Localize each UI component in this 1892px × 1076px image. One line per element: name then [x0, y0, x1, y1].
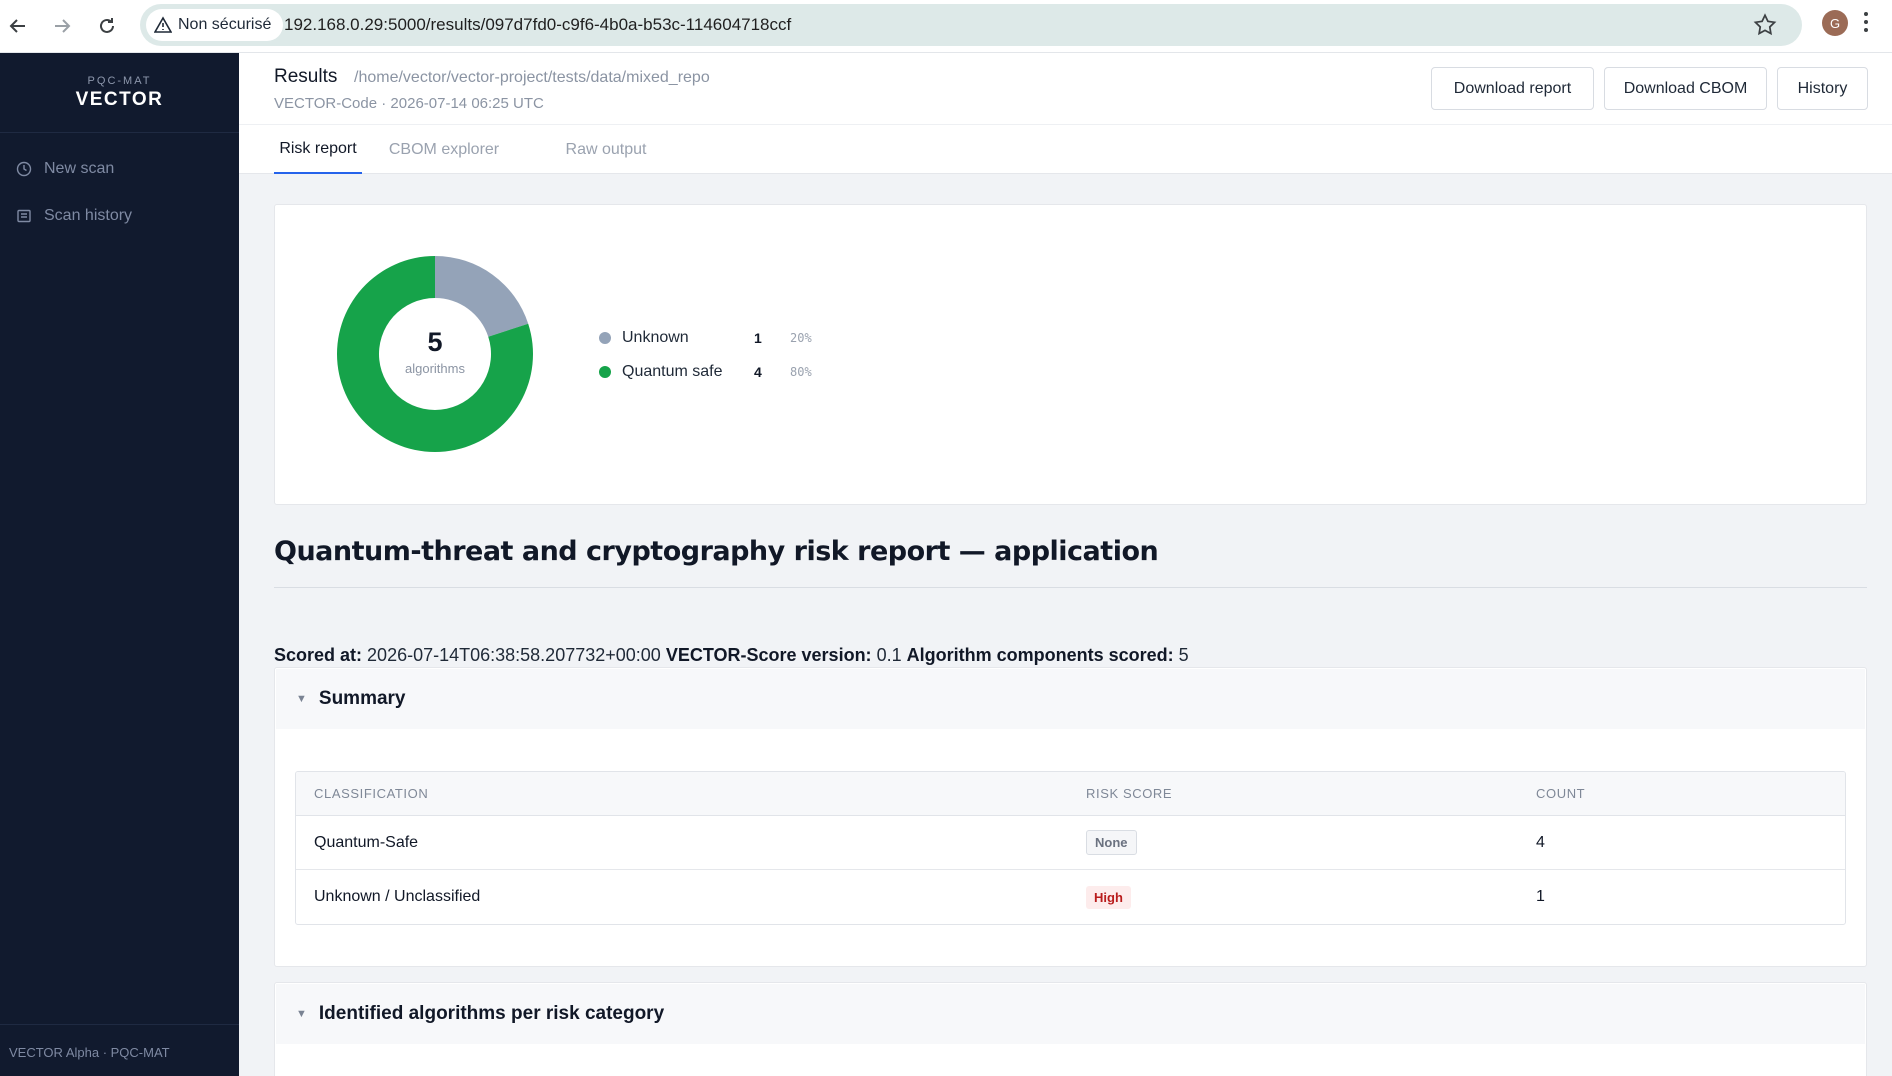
list-icon: [17, 209, 31, 223]
caret-down-icon: ▼: [296, 1008, 307, 1020]
address-bar[interactable]: Non sécurisé 192.168.0.29:5000/results/0…: [140, 4, 1802, 46]
donut-total: 5: [427, 327, 443, 357]
legend-name: Unknown: [622, 329, 689, 346]
table-row: Quantum-Safe None 4: [296, 816, 1845, 870]
version-value: 0.1: [876, 645, 902, 665]
report-title: Quantum-threat and cryptography risk rep…: [274, 536, 1159, 567]
tab-raw-output[interactable]: Raw output: [559, 125, 653, 174]
sidebar-item-new-scan[interactable]: New scan: [16, 160, 114, 178]
classification-cell: Quantum-Safe: [314, 833, 419, 851]
download-cbom-button[interactable]: Download CBOM: [1604, 67, 1767, 110]
table-row: Unknown / Unclassified High 1: [296, 870, 1845, 924]
history-button[interactable]: History: [1777, 67, 1868, 110]
sidebar: PQC-MAT VECTOR New scan Scan history VEC…: [0, 53, 239, 1076]
sidebar-item-label: New scan: [44, 160, 115, 177]
security-chip[interactable]: Non sécurisé: [146, 9, 284, 41]
url-text[interactable]: 192.168.0.29:5000/results/097d7fd0-c9f6-…: [284, 15, 791, 35]
risk-badge: High: [1086, 885, 1131, 909]
caret-down-icon: ▼: [296, 693, 307, 705]
scored-at-value: 2026-07-14T06:38:58.207732+00:00: [367, 645, 661, 665]
components-label: Algorithm components scored:: [906, 645, 1174, 665]
risk-badge: None: [1086, 830, 1137, 855]
forward-button[interactable]: [46, 10, 78, 42]
summary-table: CLASSIFICATION RISK SCORE COUNT Quantum-…: [295, 771, 1846, 925]
browser-toolbar: Non sécurisé 192.168.0.29:5000/results/0…: [0, 0, 1892, 53]
scoring-metadata: Scored at: 2026-07-14T06:38:58.207732+00…: [274, 645, 1189, 666]
security-label: Non sécurisé: [178, 16, 272, 33]
classification-cell: Unknown / Unclassified: [314, 888, 481, 905]
arrow-left-icon: [9, 19, 25, 33]
page-header: Results /home/vector/vector-project/test…: [239, 53, 1892, 124]
warning-icon: [154, 16, 172, 33]
tab-bar: Risk report CBOM explorer Raw output: [239, 124, 1892, 174]
divider: [274, 587, 1867, 588]
bookmark-star-icon[interactable]: [1752, 12, 1778, 38]
legend-dot-quantum-safe: [599, 366, 611, 378]
back-button[interactable]: [2, 10, 34, 42]
legend-count: 4: [754, 364, 762, 380]
scan-meta: VECTOR-Code · 2026-07-14 06:25 UTC: [274, 95, 544, 112]
version-label: VECTOR-Score version:: [665, 645, 872, 665]
count-cell: 4: [1536, 833, 1545, 851]
profile-avatar[interactable]: G: [1822, 10, 1848, 36]
column-header-count: COUNT: [1536, 786, 1586, 801]
legend-item-unknown: Unknown 1 20%: [599, 329, 812, 347]
legend-dot-unknown: [599, 332, 611, 344]
tab-risk-report[interactable]: Risk report: [274, 125, 362, 174]
legend-item-quantum-safe: Quantum safe 4 80%: [599, 363, 812, 381]
more-menu-icon[interactable]: [1862, 9, 1870, 35]
legend-percent: 20%: [790, 331, 812, 345]
count-cell: 1: [1536, 888, 1545, 905]
page-title: Results: [274, 66, 338, 87]
column-header-risk-score: RISK SCORE: [1086, 786, 1173, 801]
identified-algorithms-section: ▼ Identified algorithms per risk categor…: [274, 982, 1867, 1076]
column-header-classification: CLASSIFICATION: [314, 786, 429, 801]
donut-slice-unknown: [435, 256, 529, 337]
legend-name: Quantum safe: [622, 363, 723, 380]
arrow-right-icon: [55, 19, 71, 33]
reload-button[interactable]: [91, 10, 123, 42]
reload-icon: [100, 18, 114, 33]
tab-cbom-explorer[interactable]: CBOM explorer: [378, 125, 510, 174]
sidebar-item-scan-history[interactable]: Scan history: [16, 207, 132, 225]
table-header: CLASSIFICATION RISK SCORE COUNT: [296, 772, 1845, 816]
download-report-button[interactable]: Download report: [1431, 67, 1594, 110]
brand-subtitle: PQC-MAT: [87, 75, 152, 87]
summary-heading: Summary: [318, 688, 406, 709]
sidebar-footer: VECTOR Alpha · PQC-MAT: [0, 1024, 239, 1076]
components-value: 5: [1178, 645, 1189, 665]
scored-at-label: Scored at:: [274, 645, 363, 665]
identified-algorithms-heading: Identified algorithms per risk category: [318, 1003, 665, 1024]
summary-section: ▼ Summary CLASSIFICATION RISK SCORE COUN…: [274, 667, 1867, 967]
brand-name: VECTOR: [75, 89, 164, 110]
legend-count: 1: [754, 330, 762, 346]
scan-path: /home/vector/vector-project/tests/data/m…: [354, 69, 710, 86]
clock-icon: [16, 161, 32, 177]
donut-total-label: algorithms: [405, 361, 465, 376]
identified-algorithms-toggle[interactable]: ▼ Identified algorithms per risk categor…: [276, 984, 1865, 1044]
brand: PQC-MAT VECTOR: [0, 53, 239, 133]
legend-percent: 80%: [790, 365, 812, 379]
sidebar-item-label: Scan history: [44, 207, 133, 224]
summary-toggle[interactable]: ▼ Summary: [276, 669, 1865, 729]
